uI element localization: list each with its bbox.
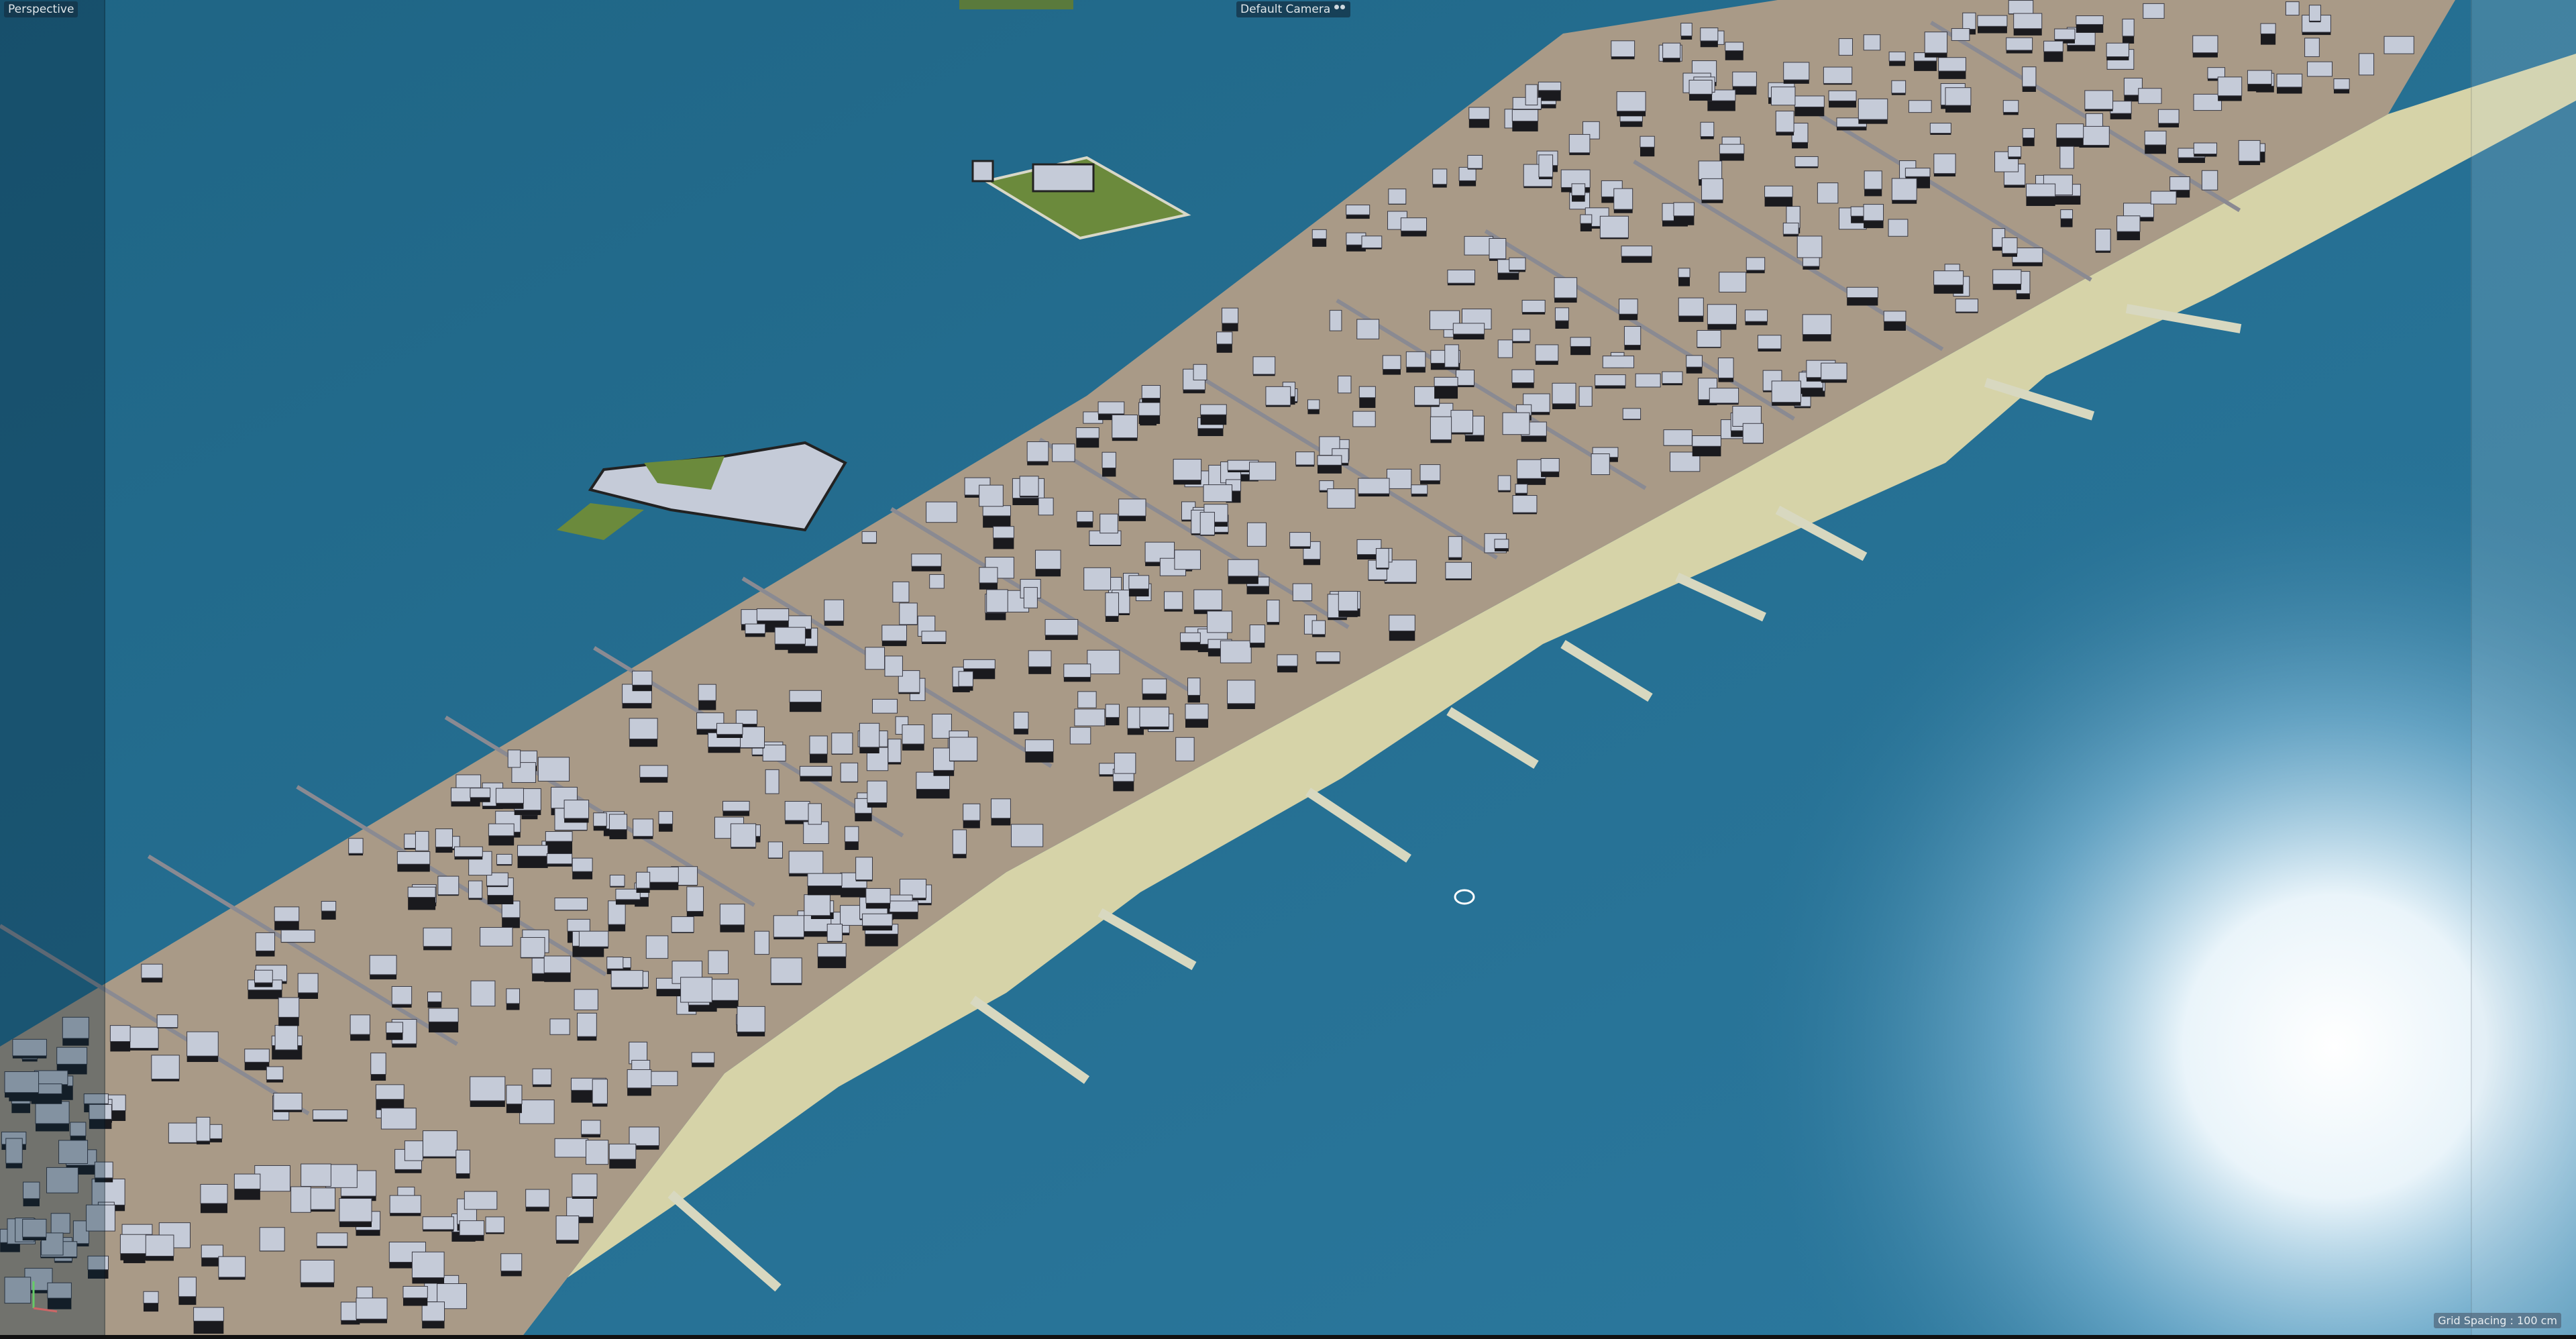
camera-icon	[1334, 5, 1346, 14]
bottom-bar	[0, 1335, 2576, 1339]
safe-frame-right	[2471, 0, 2576, 1335]
sun-glow	[0, 0, 2576, 1335]
city-scene[interactable]	[0, 0, 2576, 1335]
safe-frame-left	[0, 0, 105, 1335]
axis-gizmo-icon	[32, 1281, 58, 1313]
camera-label: Default Camera	[1240, 3, 1331, 16]
camera-selector[interactable]: Default Camera	[1236, 1, 1351, 17]
3d-viewport[interactable]: Perspective Default Camera Grid Spacing …	[0, 0, 2576, 1335]
grid-spacing-label: Grid Spacing : 100 cm	[2434, 1313, 2561, 1328]
view-mode-label[interactable]: Perspective	[4, 1, 78, 17]
